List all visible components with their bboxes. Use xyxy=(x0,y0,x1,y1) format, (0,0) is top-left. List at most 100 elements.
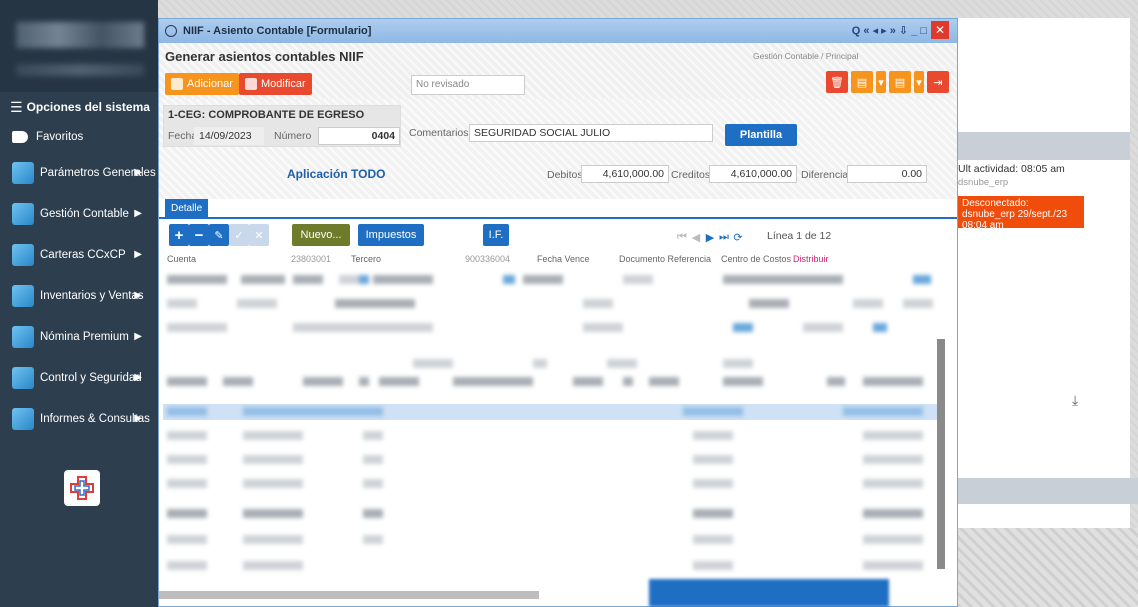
template-button[interactable]: Plantilla xyxy=(725,124,797,146)
delete-icon[interactable]: 🗑 xyxy=(826,71,848,93)
sidebar-item-inventarios[interactable]: Inventarios y Ventas ▶ xyxy=(0,275,158,316)
breadcrumb: Gestión Contable / Principal xyxy=(753,51,859,61)
table-row[interactable] xyxy=(163,431,939,441)
tab-detalle[interactable]: Detalle xyxy=(165,199,209,219)
chevron-right-icon: ▶ xyxy=(134,331,142,342)
status-field: No revisado xyxy=(411,75,525,95)
if-button[interactable]: I.F. xyxy=(483,224,509,246)
edit-icon xyxy=(245,78,257,90)
date-field[interactable]: 14/09/2023 xyxy=(194,127,264,145)
cancel-icon[interactable]: ✕ xyxy=(249,224,269,246)
add-row-icon[interactable]: + xyxy=(169,224,189,246)
number-field[interactable]: 0404 xyxy=(318,127,400,145)
grid-column-header: Cuenta 23803001 Tercero 900336004 Fecha … xyxy=(167,254,829,264)
horizontal-scrollbar[interactable] xyxy=(159,591,539,599)
tag-icon xyxy=(12,128,30,146)
next-record-icon[interactable]: ▶ xyxy=(703,226,717,248)
sidebar: ☰ Opciones del sistema Favoritos Parámet… xyxy=(0,0,158,607)
document-type: 1-CEG: COMPROBANTE DE EGRESO xyxy=(168,109,365,121)
right-panel-strip xyxy=(958,132,1130,160)
add-doc-icon xyxy=(171,78,183,90)
new-button[interactable]: Nuevo... xyxy=(292,224,350,246)
prev-record-icon[interactable]: ◀ xyxy=(689,226,703,248)
ledger-icon xyxy=(12,202,34,225)
export-icon[interactable]: ▤ xyxy=(851,71,873,93)
settings-icon xyxy=(12,161,34,184)
detail-grid[interactable] xyxy=(163,269,939,604)
chevron-right-icon: ▶ xyxy=(134,372,142,383)
right-panel-stripes xyxy=(958,528,1138,607)
menu-lines-icon: ☰ xyxy=(10,98,23,115)
table-row[interactable] xyxy=(163,359,939,369)
sidebar-item-control[interactable]: Control y Seguridad ▶ xyxy=(0,357,158,398)
line-counter: Línea 1 de 12 xyxy=(767,230,832,242)
difference-field: 0.00 xyxy=(847,165,927,183)
import-icon[interactable]: ▤ xyxy=(889,71,911,93)
sidebar-title: ☰ Opciones del sistema xyxy=(10,98,150,115)
right-panel-bottom-strip xyxy=(958,478,1138,504)
table-row[interactable] xyxy=(163,377,939,387)
table-row[interactable] xyxy=(163,275,939,285)
table-row[interactable] xyxy=(163,561,939,571)
detail-toolbar: + − ✎ ✓ ✕ Nuevo... Impuestos I.F. ⏮ ◀ ▶ … xyxy=(165,224,951,250)
app-icon xyxy=(165,25,177,37)
chevron-right-icon: ▶ xyxy=(134,167,142,178)
comments-field[interactable]: SEGURIDAD SOCIAL JULIO xyxy=(469,124,713,142)
confirm-icon[interactable]: ✓ xyxy=(229,224,249,246)
debits-field: 4,610,000.00 xyxy=(581,165,669,183)
window-controls: Q « ◂ ▸ » ⇩ _ □ ✕ xyxy=(852,21,949,39)
sidebar-item-gestion-contable[interactable]: Gestión Contable ▶ xyxy=(0,193,158,234)
edit-row-icon[interactable]: ✎ xyxy=(209,224,229,246)
record-navigation: ⏮ ◀ ▶ ⏭ ⟳ xyxy=(675,226,745,248)
sidebar-item-carteras[interactable]: Carteras CCxCP ▶ xyxy=(0,234,158,275)
vertical-scrollbar[interactable] xyxy=(937,339,945,569)
exit-icon[interactable]: ⇥ xyxy=(927,71,949,93)
sidebar-user-blurred xyxy=(16,64,144,76)
sidebar-header xyxy=(0,0,158,92)
credits-field: 4,610,000.00 xyxy=(709,165,797,183)
table-row[interactable] xyxy=(163,509,939,519)
table-row[interactable] xyxy=(163,479,939,489)
header-toolbar: 🗑 ▤ ▾ ▤ ▾ ⇥ xyxy=(826,71,949,93)
asiento-window: NIIF - Asiento Contable [Formulario] Q «… xyxy=(158,18,958,607)
detail-tabs: Detalle xyxy=(159,199,957,219)
sidebar-item-parametros[interactable]: Parámetros Generales ▶ xyxy=(0,152,158,193)
first-record-icon[interactable]: ⏮ xyxy=(675,226,689,248)
right-panel xyxy=(958,18,1130,528)
import-dropdown-icon[interactable]: ▾ xyxy=(914,71,924,93)
close-icon[interactable]: ✕ xyxy=(931,21,949,39)
database-icon xyxy=(12,243,34,266)
table-row[interactable] xyxy=(163,323,939,333)
table-row[interactable] xyxy=(163,535,939,545)
application-label: Aplicación TODO xyxy=(287,167,386,181)
disconnected-badge: Desconectado: dsnube_erp 29/sept./23 08:… xyxy=(958,196,1084,231)
refresh-icon[interactable]: ⟳ xyxy=(731,226,745,248)
sidebar-logo-blurred xyxy=(16,22,144,48)
last-activity: Ult actividad: 08:05 am dsnube_erp xyxy=(958,163,1065,188)
chevron-right-icon: ▶ xyxy=(134,413,142,424)
chevron-right-icon: ▶ xyxy=(134,290,142,301)
window-nav-controls[interactable]: Q « ◂ ▸ » ⇩ _ □ xyxy=(852,24,927,37)
sidebar-item-nomina[interactable]: Nómina Premium ▶ xyxy=(0,316,158,357)
last-record-icon[interactable]: ⏭ xyxy=(717,226,731,248)
sidebar-item-favorites[interactable]: Favoritos xyxy=(0,122,158,152)
taxes-button[interactable]: Impuestos xyxy=(358,224,424,246)
document-section: 1-CEG: COMPROBANTE DE EGRESO Fecha 14/09… xyxy=(159,99,957,199)
table-row[interactable] xyxy=(163,407,939,417)
add-button[interactable]: Adicionar xyxy=(165,73,239,95)
table-row[interactable] xyxy=(163,455,939,465)
export-dropdown-icon[interactable]: ▾ xyxy=(876,71,886,93)
sidebar-item-informes[interactable]: Informes & Consultas ▶ xyxy=(0,398,158,439)
document-box: 1-CEG: COMPROBANTE DE EGRESO Fecha 14/09… xyxy=(163,105,401,147)
bottom-blurred-button[interactable] xyxy=(649,579,889,607)
download-icon[interactable]: ⤓ xyxy=(1072,392,1078,409)
window-titlebar[interactable]: NIIF - Asiento Contable [Formulario] Q «… xyxy=(159,19,957,43)
form-header: Generar asientos contables NIIF Gestión … xyxy=(159,43,957,99)
table-row[interactable] xyxy=(163,299,939,309)
report-icon xyxy=(12,407,34,430)
chevron-right-icon: ▶ xyxy=(134,249,142,260)
payroll-icon xyxy=(12,325,34,348)
modify-button[interactable]: Modificar xyxy=(239,73,312,95)
remove-row-icon[interactable]: − xyxy=(189,224,209,246)
company-logo xyxy=(64,470,100,506)
